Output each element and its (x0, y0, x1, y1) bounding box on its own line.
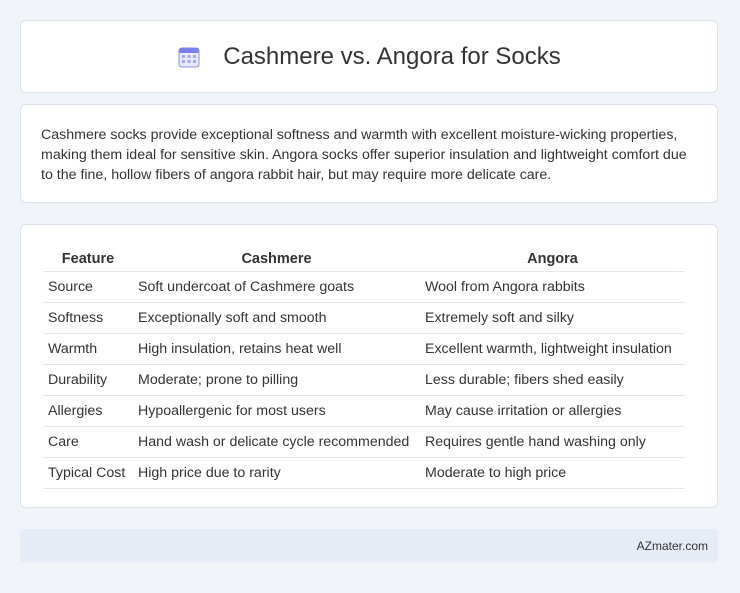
angora-cell: Excellent warmth, lightweight insulation (420, 334, 685, 365)
column-header-angora: Angora (420, 245, 685, 272)
comparison-table-card: Feature Cashmere Angora Source Soft unde… (20, 224, 718, 508)
angora-cell: May cause irritation or allergies (420, 396, 685, 427)
feature-cell: Softness (43, 303, 133, 334)
feature-cell: Source (43, 272, 133, 303)
title-card: Cashmere vs. Angora for Socks (20, 20, 718, 93)
footer-site-link[interactable]: AZmater.com (637, 539, 708, 553)
feature-cell: Typical Cost (43, 458, 133, 489)
feature-cell: Durability (43, 365, 133, 396)
cashmere-cell: High insulation, retains heat well (133, 334, 420, 365)
feature-cell: Warmth (43, 334, 133, 365)
table-row: Allergies Hypoallergenic for most users … (43, 396, 685, 427)
column-header-feature: Feature (43, 245, 133, 272)
angora-cell: Requires gentle hand washing only (420, 427, 685, 458)
table-row: Warmth High insulation, retains heat wel… (43, 334, 685, 365)
cashmere-cell: Soft undercoat of Cashmere goats (133, 272, 420, 303)
page-title: Cashmere vs. Angora for Socks (223, 42, 561, 70)
angora-cell: Wool from Angora rabbits (420, 272, 685, 303)
table-header-row: Feature Cashmere Angora (43, 245, 685, 272)
feature-cell: Allergies (43, 396, 133, 427)
calendar-icon (178, 47, 200, 67)
description-card: Cashmere socks provide exceptional softn… (20, 104, 718, 203)
cashmere-cell: Hand wash or delicate cycle recommended (133, 427, 420, 458)
cashmere-cell: Hypoallergenic for most users (133, 396, 420, 427)
footer: AZmater.com (20, 529, 718, 562)
comparison-table: Feature Cashmere Angora Source Soft unde… (43, 245, 685, 489)
table-row: Source Soft undercoat of Cashmere goats … (43, 272, 685, 303)
table-row: Durability Moderate; prone to pilling Le… (43, 365, 685, 396)
table-row: Typical Cost High price due to rarity Mo… (43, 458, 685, 489)
table-row: Softness Exceptionally soft and smooth E… (43, 303, 685, 334)
feature-cell: Care (43, 427, 133, 458)
angora-cell: Moderate to high price (420, 458, 685, 489)
angora-cell: Less durable; fibers shed easily (420, 365, 685, 396)
cashmere-cell: Exceptionally soft and smooth (133, 303, 420, 334)
angora-cell: Extremely soft and silky (420, 303, 685, 334)
description-text: Cashmere socks provide exceptional softn… (41, 127, 687, 183)
cashmere-cell: Moderate; prone to pilling (133, 365, 420, 396)
cashmere-cell: High price due to rarity (133, 458, 420, 489)
column-header-cashmere: Cashmere (133, 245, 420, 272)
table-row: Care Hand wash or delicate cycle recomme… (43, 427, 685, 458)
